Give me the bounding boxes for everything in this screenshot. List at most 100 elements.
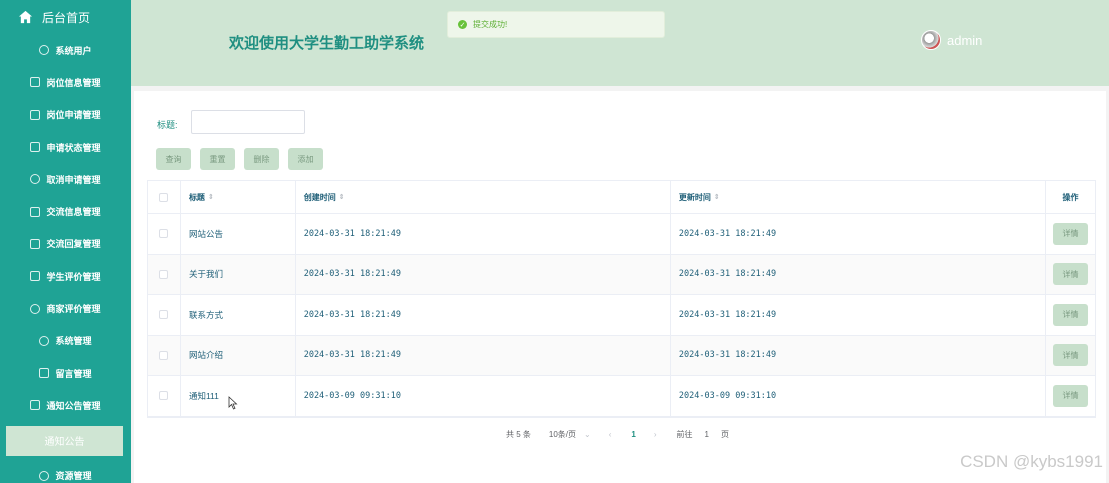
chevron-down-icon: ⌄: [584, 430, 591, 439]
cell-updated: 2024-03-31 18:21:49: [671, 254, 1047, 294]
sidebar-item-label: 留言管理: [55, 368, 92, 379]
avatar: [921, 30, 941, 50]
sidebar-item-2[interactable]: 岗位申请管理: [0, 99, 131, 131]
cell-title: 网站介绍: [181, 335, 296, 375]
sort-icon[interactable]: ⇕: [208, 193, 214, 201]
cell-created: 2024-03-31 18:21:49: [296, 254, 671, 294]
cell-updated-text: 2024-03-31 18:21:49: [678, 228, 777, 239]
page-size-select[interactable]: 10条/页: [549, 429, 576, 440]
check-square-icon: [30, 109, 41, 120]
cell-action: 详情: [1046, 336, 1095, 376]
sidebar-home[interactable]: 后台首页: [0, 0, 131, 34]
header-title-label: 标题: [188, 192, 205, 202]
sidebar-item-label: 资源管理: [55, 471, 92, 482]
row-select-cell: [148, 376, 181, 416]
cell-created-text: 2024-03-09 09:31:10: [303, 390, 401, 401]
reset-button[interactable]: 重置: [200, 148, 235, 170]
cell-created: 2024-03-09 09:31:10: [296, 376, 671, 416]
sidebar-item-6[interactable]: 交流回复管理: [0, 228, 131, 260]
row-checkbox[interactable]: [159, 350, 169, 360]
notice-table: 标题 ⇕ 创建时间 ⇕ 更新时间 ⇕ 操作 网站公告 2024-03-31 18:21:…: [147, 180, 1096, 418]
globe-icon: [30, 303, 41, 314]
sidebar-item-11[interactable]: 通知公告管理: [0, 389, 131, 421]
edit-icon: [30, 142, 41, 153]
sort-icon[interactable]: ⇕: [714, 193, 720, 201]
sidebar-subitem-notice[interactable]: 通知公告: [6, 425, 123, 456]
cell-title-text: 网站介绍: [188, 350, 223, 361]
cell-updated-text: 2024-03-31 18:21:49: [678, 350, 777, 361]
edit-icon: [30, 77, 41, 88]
user-menu[interactable]: admin: [921, 30, 982, 50]
cell-updated: 2024-03-09 09:31:10: [671, 376, 1047, 416]
goto-page-input[interactable]: 1: [705, 430, 709, 439]
total-count: 共 5 条: [506, 430, 531, 439]
prev-page-icon[interactable]: ‹: [609, 430, 612, 439]
header-title[interactable]: 标题 ⇕: [181, 181, 296, 213]
cell-updated: 2024-03-31 18:21:49: [671, 295, 1047, 335]
row-checkbox[interactable]: [159, 391, 169, 401]
globe-icon: [39, 470, 50, 481]
cell-created-text: 2024-03-31 18:21:49: [303, 350, 401, 361]
edit-icon: [30, 271, 41, 282]
title-search-input[interactable]: [191, 110, 305, 134]
sidebar-item-label: 系统用户: [55, 45, 92, 56]
main-content: 标题: 查询 重置 删除 添加 标题 ⇕ 创建时间 ⇕ 更新时间 ⇕ 操作 网站公告 2…: [131, 86, 1109, 483]
delete-button[interactable]: 删除: [244, 148, 279, 170]
cell-created-text: 2024-03-31 18:21:49: [303, 228, 401, 239]
cell-created: 2024-03-31 18:21:49: [296, 335, 671, 375]
row-checkbox[interactable]: [159, 269, 169, 279]
sidebar-item-label: 交流回复管理: [46, 239, 101, 250]
cell-updated-text: 2024-03-09 09:31:10: [678, 390, 777, 401]
row-checkbox[interactable]: [159, 229, 169, 239]
header-created[interactable]: 创建时间 ⇕: [296, 181, 671, 213]
query-button[interactable]: 查询: [156, 148, 191, 170]
globe-icon: [39, 335, 50, 346]
watermark: CSDN @kybs1991: [960, 452, 1103, 471]
sidebar-subitem-label: 通知公告: [44, 437, 85, 449]
detail-button[interactable]: 详情: [1053, 222, 1089, 245]
detail-button[interactable]: 详情: [1053, 263, 1089, 286]
detail-button[interactable]: 详情: [1053, 384, 1089, 407]
add-button[interactable]: 添加: [288, 148, 323, 170]
sidebar-item-resource[interactable]: 资源管理: [0, 460, 131, 483]
sidebar-item-4[interactable]: 取消申请管理: [0, 163, 131, 195]
page-suffix: 页: [720, 430, 729, 439]
doc-icon: [30, 238, 41, 249]
current-page[interactable]: 1: [631, 430, 635, 439]
sidebar-item-8[interactable]: 商家评价管理: [0, 292, 131, 324]
username: admin: [947, 32, 983, 48]
sort-icon[interactable]: ⇕: [339, 193, 345, 201]
check-square-icon: [30, 206, 41, 217]
doc-icon: [39, 368, 50, 379]
sidebar-item-9[interactable]: 系统管理: [0, 325, 131, 357]
mouse-cursor-icon: [228, 396, 238, 410]
cell-created: 2024-03-31 18:21:49: [296, 214, 671, 254]
sidebar: 后台首页 系统用户岗位信息管理 岗位申请管理 申请状态管理取消申请管理交流信息管理交…: [0, 0, 131, 483]
table-row: 网站介绍 2024-03-31 18:21:49 2024-03-31 18:21:…: [148, 335, 1095, 376]
table-body: 网站公告 2024-03-31 18:21:49 2024-03-31 18:21:…: [148, 214, 1095, 417]
row-checkbox[interactable]: [159, 310, 169, 320]
globe-icon: [30, 174, 41, 185]
sidebar-item-label: 取消申请管理: [46, 174, 101, 185]
select-all-checkbox[interactable]: [159, 192, 169, 202]
cell-updated-text: 2024-03-31 18:21:49: [678, 309, 777, 320]
sidebar-item-3[interactable]: 申请状态管理: [0, 131, 131, 163]
next-page-icon[interactable]: ›: [654, 430, 657, 439]
sidebar-item-1[interactable]: 岗位信息管理: [0, 66, 131, 98]
sidebar-item-7[interactable]: 学生评价管理: [0, 260, 131, 292]
sidebar-menu: 系统用户岗位信息管理 岗位申请管理 申请状态管理取消申请管理交流信息管理交流回复管理…: [0, 34, 131, 422]
search-label: 标题:: [157, 120, 178, 130]
header-updated[interactable]: 更新时间 ⇕: [671, 181, 1047, 213]
detail-button[interactable]: 详情: [1053, 344, 1089, 367]
sidebar-item-5[interactable]: 交流信息管理: [0, 195, 131, 227]
content-panel: 标题: 查询 重置 删除 添加 标题 ⇕ 创建时间 ⇕ 更新时间 ⇕ 操作 网站公告 2…: [134, 91, 1106, 483]
table-row: 联系方式 2024-03-31 18:21:49 2024-03-31 18:21:…: [148, 295, 1095, 336]
sidebar-item-0[interactable]: 系统用户: [0, 34, 131, 66]
sidebar-item-10[interactable]: 留言管理: [0, 357, 131, 389]
cell-updated: 2024-03-31 18:21:49: [671, 214, 1047, 254]
system-title: 欢迎使用大学生勤工助学系统: [229, 35, 425, 52]
detail-button[interactable]: 详情: [1053, 303, 1089, 326]
globe-icon: [39, 45, 50, 56]
home-icon: [18, 10, 33, 24]
row-select-cell: [148, 214, 181, 254]
